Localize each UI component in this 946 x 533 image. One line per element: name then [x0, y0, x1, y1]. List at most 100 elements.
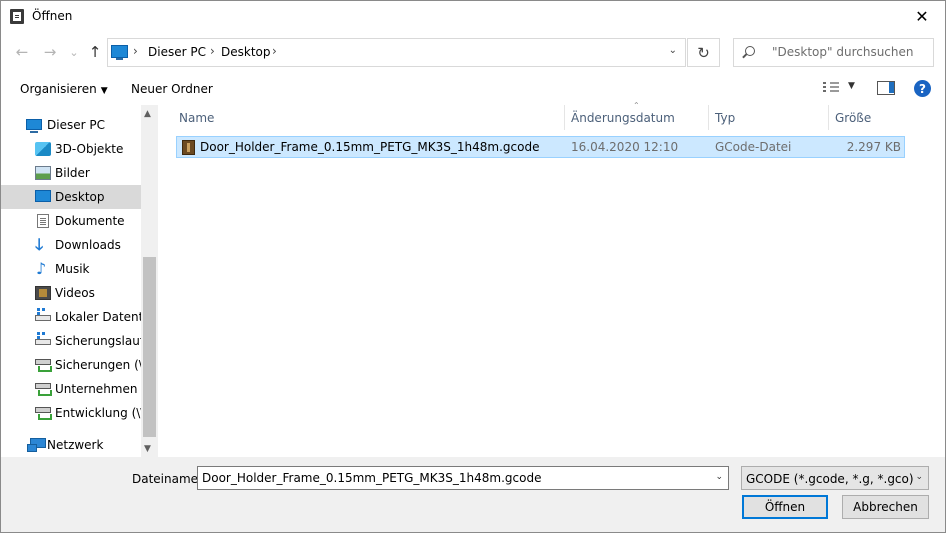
pictures-icon [35, 166, 51, 180]
file-date: 16.04.2020 12:10 [571, 140, 679, 154]
up-button[interactable]: ↑ [84, 41, 106, 63]
nav-item-downloads[interactable]: 🡓 Downloads [1, 233, 141, 257]
nav-label: Entwicklung (\\1 [55, 406, 152, 420]
nav-label: Musik [55, 262, 90, 276]
bottom-panel: Dateiname: ⌄ GCODE (*.gcode, *.g, *.gco)… [1, 457, 945, 532]
nav-item-lokaler-datentraeger[interactable]: Lokaler Datenträ [1, 305, 156, 329]
network-drive-icon [35, 359, 52, 372]
preview-pane-icon[interactable] [877, 81, 895, 95]
open-button[interactable]: Öffnen [742, 495, 828, 519]
nav-item-bilder[interactable]: Bilder [1, 161, 141, 185]
nav-item-musik[interactable]: ♪ Musik [1, 257, 141, 281]
cancel-button[interactable]: Abbrechen [842, 495, 929, 519]
nav-label: 3D-Objekte [55, 142, 124, 156]
view-dropdown-icon[interactable]: ▼ [848, 81, 855, 91]
nav-item-netzwerk[interactable]: Netzwerk [1, 433, 141, 457]
file-name: Door_Holder_Frame_0.15mm_PETG_MK3S_1h48m… [200, 140, 540, 154]
address-bar[interactable]: › Dieser PC › Desktop › ⌄ [107, 38, 686, 67]
local-drive-icon [35, 308, 51, 321]
3d-objects-icon [35, 142, 51, 156]
nav-item-sicherungen[interactable]: Sicherungen (\\1 [1, 353, 155, 377]
help-icon[interactable]: ? [914, 80, 931, 97]
window-title: Öffnen [32, 9, 73, 23]
nav-item-3d-objekte[interactable]: 3D-Objekte [1, 137, 141, 161]
gcode-file-icon [182, 140, 195, 155]
nav-item-dokumente[interactable]: Dokumente [1, 209, 141, 233]
view-options-icon[interactable] [823, 82, 839, 94]
filename-label: Dateiname: [132, 472, 203, 486]
nav-label: Dieser PC [47, 118, 105, 132]
recent-locations-button[interactable]: ⌄ [63, 41, 85, 63]
column-divider[interactable] [708, 105, 709, 130]
breadcrumb-dieser-pc[interactable]: Dieser PC [148, 45, 206, 59]
scroll-up-icon[interactable]: ▲ [144, 109, 151, 119]
nav-label: Netzwerk [47, 438, 104, 452]
arrow-right-icon: → [43, 43, 57, 61]
chevron-down-icon: ⌄ [69, 45, 79, 59]
network-drive-icon [35, 383, 52, 396]
nav-item-desktop[interactable]: Desktop [1, 185, 141, 209]
search-icon [745, 46, 755, 56]
nav-scrollbar-thumb[interactable] [143, 257, 156, 437]
arrow-up-icon: ↑ [88, 43, 102, 61]
close-icon: ✕ [915, 7, 929, 26]
file-type: GCode-Datei [715, 140, 792, 154]
videos-icon [35, 286, 51, 300]
chevron-down-icon[interactable]: ⌄ [715, 472, 723, 482]
filename-input[interactable] [202, 471, 702, 485]
nav-item-dieser-pc[interactable]: Dieser PC [1, 113, 141, 137]
scroll-down-icon[interactable]: ▼ [144, 444, 151, 454]
breadcrumb-separator-icon[interactable]: › [133, 44, 138, 58]
computer-icon [111, 45, 128, 60]
refresh-button[interactable]: ↻ [687, 38, 720, 67]
new-folder-button[interactable]: Neuer Ordner [131, 82, 213, 96]
organize-label: Organisieren [20, 82, 97, 96]
caret-down-icon: ▼ [100, 86, 108, 96]
filename-combobox[interactable]: ⌄ [197, 466, 729, 490]
desktop-icon [35, 190, 51, 202]
nav-label: Sicherungen (\\1 [55, 358, 155, 372]
column-header-type[interactable]: Typ [715, 105, 735, 130]
column-divider[interactable] [828, 105, 829, 130]
nav-scrollbar[interactable]: ▲ ▼ [141, 105, 158, 457]
file-type-filter[interactable]: GCODE (*.gcode, *.g, *.gco) ⌄ [741, 466, 929, 490]
nav-label: Dokumente [55, 214, 125, 228]
column-header-size[interactable]: Größe [835, 105, 871, 130]
file-row[interactable]: Door_Holder_Frame_0.15mm_PETG_MK3S_1h48m… [176, 136, 905, 158]
back-button[interactable]: ← [11, 41, 33, 63]
app-icon [10, 9, 24, 24]
breadcrumb-desktop[interactable]: Desktop [221, 45, 271, 59]
nav-item-unternehmen[interactable]: Unternehmen (\\ [1, 377, 154, 401]
arrow-left-icon: ← [15, 43, 29, 61]
network-drive-icon [35, 407, 52, 420]
refresh-icon: ↻ [697, 43, 710, 62]
nav-label: Videos [55, 286, 95, 300]
toolbar: Organisieren ▼ Neuer Ordner [1, 75, 945, 104]
open-file-dialog: Öffnen ✕ ← → ⌄ ↑ › Dieser PC › Desktop ›… [0, 0, 946, 533]
nav-label: Desktop [55, 190, 105, 204]
nav-item-sicherungslaufwerk[interactable]: Sicherungslaufw [1, 329, 154, 353]
chevron-down-icon[interactable]: ⌄ [915, 472, 923, 482]
file-type-filter-value: GCODE (*.gcode, *.g, *.gco) [746, 472, 914, 486]
music-icon: ♪ [36, 259, 47, 278]
organize-button[interactable]: Organisieren ▼ [20, 82, 108, 96]
column-header-date[interactable]: Änderungsdatum [571, 105, 675, 130]
column-divider[interactable] [564, 105, 565, 130]
nav-label: Sicherungslaufw [55, 334, 154, 348]
breadcrumb-separator-icon[interactable]: › [272, 44, 277, 58]
file-list: Name ⌃ Änderungsdatum Typ Größe Door_Hol… [159, 101, 945, 457]
address-dropdown-icon[interactable]: ⌄ [669, 45, 677, 56]
close-button[interactable]: ✕ [899, 1, 945, 32]
nav-item-videos[interactable]: Videos [1, 281, 141, 305]
nav-item-entwicklung[interactable]: Entwicklung (\\1 [1, 401, 152, 425]
search-box[interactable] [733, 38, 934, 67]
nav-label: Unternehmen (\\ [55, 382, 155, 396]
drive-icon [35, 332, 51, 345]
search-input[interactable] [772, 45, 930, 59]
computer-icon [26, 119, 42, 133]
forward-button[interactable]: → [39, 41, 61, 63]
breadcrumb-separator-icon[interactable]: › [210, 44, 215, 58]
column-header-name[interactable]: Name [179, 105, 214, 130]
nav-label: Downloads [55, 238, 121, 252]
navigation-pane: Dieser PC 3D-Objekte Bilder Desktop Doku… [1, 105, 158, 457]
